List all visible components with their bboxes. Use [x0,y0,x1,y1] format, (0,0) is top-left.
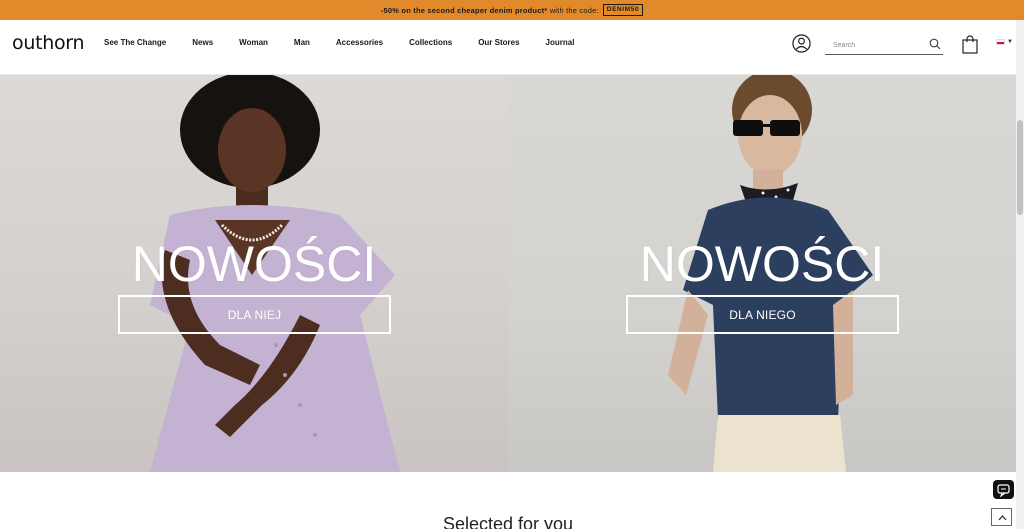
nav-item-accessories[interactable]: Accessories [336,38,383,47]
chat-icon [997,484,1010,498]
nav-item-woman[interactable]: Woman [239,38,268,47]
poland-flag-icon [996,39,1005,45]
shop-women-button[interactable]: DLA NIEJ [118,295,391,334]
search-box [825,34,943,55]
page-scrollbar[interactable] [1016,20,1024,529]
shopping-bag-icon[interactable] [962,35,978,54]
promo-code[interactable]: DENIM50 [602,4,644,16]
nav-item-man[interactable]: Man [294,38,310,47]
hero-title-women: NOWOŚCI [131,236,377,292]
scrollbar-thumb[interactable] [1017,120,1023,215]
search-input[interactable] [825,36,921,55]
site-header: outhorn See The Change News Woman Man Ac… [0,20,1016,75]
chat-button[interactable] [993,480,1014,499]
search-icon[interactable] [929,38,941,50]
scroll-to-top-button[interactable] [991,508,1012,526]
account-icon[interactable] [792,34,811,53]
main-nav: See The Change News Woman Man Accessorie… [104,38,574,47]
nav-item-news[interactable]: News [192,38,213,47]
hero-title-men: NOWOŚCI [639,236,885,292]
logo[interactable]: outhorn [12,32,85,54]
promo-code-label: with the code: [547,5,599,15]
nav-item-our-stores[interactable]: Our Stores [478,38,519,47]
nav-item-see-the-change[interactable]: See The Change [104,38,166,47]
nav-item-collections[interactable]: Collections [409,38,452,47]
hero-panel-women[interactable]: NOWOŚCI DLA NIEJ [0,75,508,472]
section-title: Selected for you [442,514,574,529]
hero-banner: NOWOŚCI DLA NIEJ NOWOŚCI DLA NIEGO [0,75,1016,472]
nav-item-journal[interactable]: Journal [546,38,575,47]
chevron-down-icon: ▼ [1007,39,1013,45]
promo-offer-text: -50% on the second cheaper denim product… [380,5,548,15]
language-selector[interactable]: ▼ [996,39,1013,45]
hero-panel-men[interactable]: NOWOŚCI DLA NIEGO [508,75,1016,472]
shop-men-button[interactable]: DLA NIEGO [626,295,899,334]
chevron-up-icon [998,515,1007,521]
promo-bar: -50% on the second cheaper denim product… [0,0,1024,20]
